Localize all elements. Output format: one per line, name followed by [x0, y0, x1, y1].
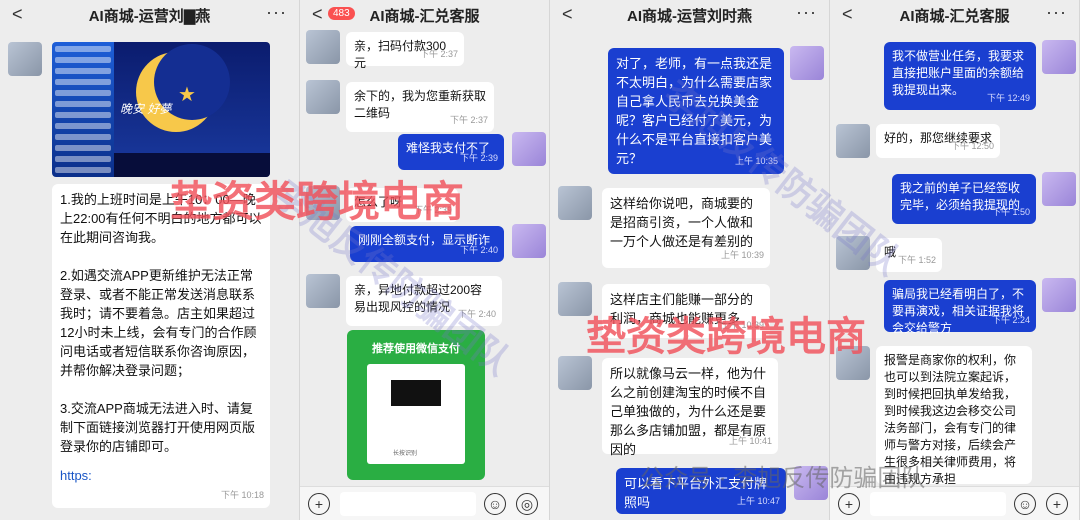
message-link[interactable]: https:	[60, 466, 262, 485]
chat-title: AI商城-汇兑客服	[899, 7, 1010, 25]
message-bubble[interactable]: 亲，异地付款超过200容易出现风控的情况 下午 2:40	[346, 276, 502, 326]
emoji-icon[interactable]: ☺	[1014, 493, 1036, 515]
message-time: 下午 2:40	[457, 309, 496, 319]
emoji-icon[interactable]: ☺	[484, 493, 506, 515]
avatar[interactable]	[836, 124, 870, 158]
back-icon[interactable]: <	[842, 4, 853, 25]
message-bubble[interactable]: 这样给你说吧，商城要的是招商引资，一个人做和一万个人做还是有差别的 上午 10:…	[602, 188, 770, 268]
input-bar: + ☺ ◎	[300, 486, 549, 520]
message-bubble[interactable]: 哦 下午 1:52	[876, 238, 942, 272]
message-bubble[interactable]: 难怪我支付不了 下午 2:39	[398, 134, 504, 170]
message-bubble[interactable]: 亲，扫码付款300元 下午 2:37	[346, 32, 464, 70]
chat-panel-4: < AI商城-汇兑客服 ··· 我不做营业任务，我要求直接把账户里面的余额给我提…	[830, 0, 1080, 520]
message-bubble[interactable]: 对了，老师，有一点我还是不太明白，为什么需要店家自己拿人民币去兑换美金呢？客户已…	[608, 48, 784, 174]
message-time: 下午 2:24	[991, 315, 1030, 325]
message-bubble[interactable]: 1.我的上班时间是上午10：00—晚上22:00有任何不明白的地方都可以在此期间…	[52, 184, 270, 508]
back-icon[interactable]: <	[562, 4, 573, 25]
add-more-icon[interactable]: +	[1046, 493, 1068, 515]
chat-header: < AI商城-汇兑客服 ···	[830, 0, 1079, 30]
chat-header: < AI商城-运营刘▇燕 ···	[0, 0, 299, 30]
message-time: 上午 10:39	[720, 320, 764, 330]
message-time: 上午 10:39	[720, 250, 764, 260]
avatar[interactable]	[558, 186, 592, 220]
unread-badge: 483	[328, 7, 355, 20]
message-time: 上午 10:41	[728, 436, 772, 446]
avatar[interactable]	[306, 30, 340, 64]
message-text: 1.我的上班时间是上午10：00—晚上22:00有任何不明白的地方都可以在此期间…	[60, 192, 262, 454]
avatar[interactable]	[306, 80, 340, 114]
message-text: 对了，老师，有一点我还是不太明白，为什么需要店家自己拿人民币去兑换美金呢？客户已…	[616, 56, 773, 166]
message-bubble[interactable]: 这样店主们能赚一部分的利润，商城也能赚更多 上午 10:39	[602, 284, 770, 338]
more-icon[interactable]: ···	[1046, 2, 1067, 23]
avatar[interactable]	[1042, 172, 1076, 206]
avatar[interactable]	[306, 186, 340, 220]
poster-image[interactable]: ★ 晚安 好夢	[52, 42, 270, 177]
avatar[interactable]	[8, 42, 42, 76]
message-text: 这样给你说吧，商城要的是招商引资，一个人做和一万个人做还是有差别的	[610, 196, 754, 249]
chat-panel-1: < AI商城-运营刘▇燕 ··· ★ 晚安 好夢 1.我的上班时间是上午10：0…	[0, 0, 300, 520]
chat-header: < AI商城-运营刘时燕 ···	[550, 0, 829, 30]
message-time: 下午 2:39	[459, 153, 498, 163]
message-time: 下午 2:40	[459, 245, 498, 255]
more-icon[interactable]: ···	[266, 2, 287, 23]
avatar[interactable]	[512, 224, 546, 258]
message-time: 下午 12:49	[986, 93, 1030, 103]
message-input[interactable]	[340, 492, 476, 516]
qr-code-image[interactable]: 推荐使用微信支付 长按识别	[347, 330, 485, 480]
back-icon[interactable]: <	[312, 4, 323, 25]
message-bubble[interactable]: 我不做营业任务，我要求直接把账户里面的余额给我提现出来。 下午 12:49	[884, 42, 1036, 110]
more-icon[interactable]: ···	[796, 2, 817, 23]
message-time: 下午 2:39	[413, 205, 452, 215]
avatar[interactable]	[836, 346, 870, 380]
qr-title: 推荐使用微信支付	[372, 343, 460, 355]
message-bubble[interactable]: 骗局我已经看明白了，不要再演戏，相关证据我将会交给警方 下午 2:24	[884, 280, 1036, 335]
message-time: 下午 1:50	[991, 207, 1030, 217]
chat-title: AI商城-运营刘▇燕	[88, 7, 211, 25]
add-icon[interactable]: +	[308, 493, 330, 515]
avatar[interactable]	[836, 236, 870, 270]
voice-icon[interactable]: ◎	[516, 493, 538, 515]
message-bubble[interactable]: 刚刚全额支付，显示断诈 下午 2:40	[350, 226, 504, 262]
chat-header: < 483 AI商城-汇兑客服	[300, 0, 549, 30]
back-icon[interactable]: <	[12, 4, 23, 25]
message-time: 下午 10:18	[220, 490, 264, 500]
message-bubble[interactable]: 怎么了呀 下午 2:39	[346, 188, 458, 222]
avatar[interactable]	[1042, 40, 1076, 74]
avatar[interactable]	[1042, 278, 1076, 312]
message-time: 下午 12:50	[950, 141, 994, 151]
avatar[interactable]	[512, 132, 546, 166]
chat-title: AI商城-运营刘时燕	[627, 7, 752, 25]
message-bubble[interactable]: 我之前的单子已经签收完毕，必须给我提现的 下午 1:50	[892, 174, 1036, 224]
message-bubble[interactable]: 所以就像马云一样，他为什么之前创建淘宝的时候不自己单独做的，为什么还是要那么多店…	[602, 358, 778, 457]
chat-panel-3: < AI商城-运营刘时燕 ··· 对了，老师，有一点我还是不太明白，为什么需要店…	[550, 0, 830, 520]
add-icon[interactable]: +	[838, 493, 860, 515]
message-time: 下午 2:37	[449, 115, 488, 125]
star-icon: ★	[178, 84, 196, 106]
account-watermark: 公众号 · 李旭反传防骗团队	[640, 465, 926, 492]
avatar[interactable]	[790, 46, 824, 80]
avatar[interactable]	[558, 356, 592, 390]
message-time: 上午 10:47	[736, 496, 780, 506]
message-bubble[interactable]: 余下的，我为您重新获取二维码 下午 2:37	[346, 82, 494, 132]
message-input[interactable]	[870, 492, 1006, 516]
poster-text: 晚安 好夢	[120, 102, 172, 116]
qr-caption: 长按识别	[393, 451, 418, 457]
avatar[interactable]	[306, 274, 340, 308]
message-time: 上午 10:35	[734, 156, 778, 166]
chat-title: AI商城-汇兑客服	[369, 7, 480, 25]
message-time: 下午 1:52	[897, 255, 936, 265]
avatar[interactable]	[558, 282, 592, 316]
message-bubble[interactable]: 好的，那您继续要求 下午 12:50	[876, 124, 1000, 158]
message-time: 下午 2:37	[419, 49, 458, 59]
